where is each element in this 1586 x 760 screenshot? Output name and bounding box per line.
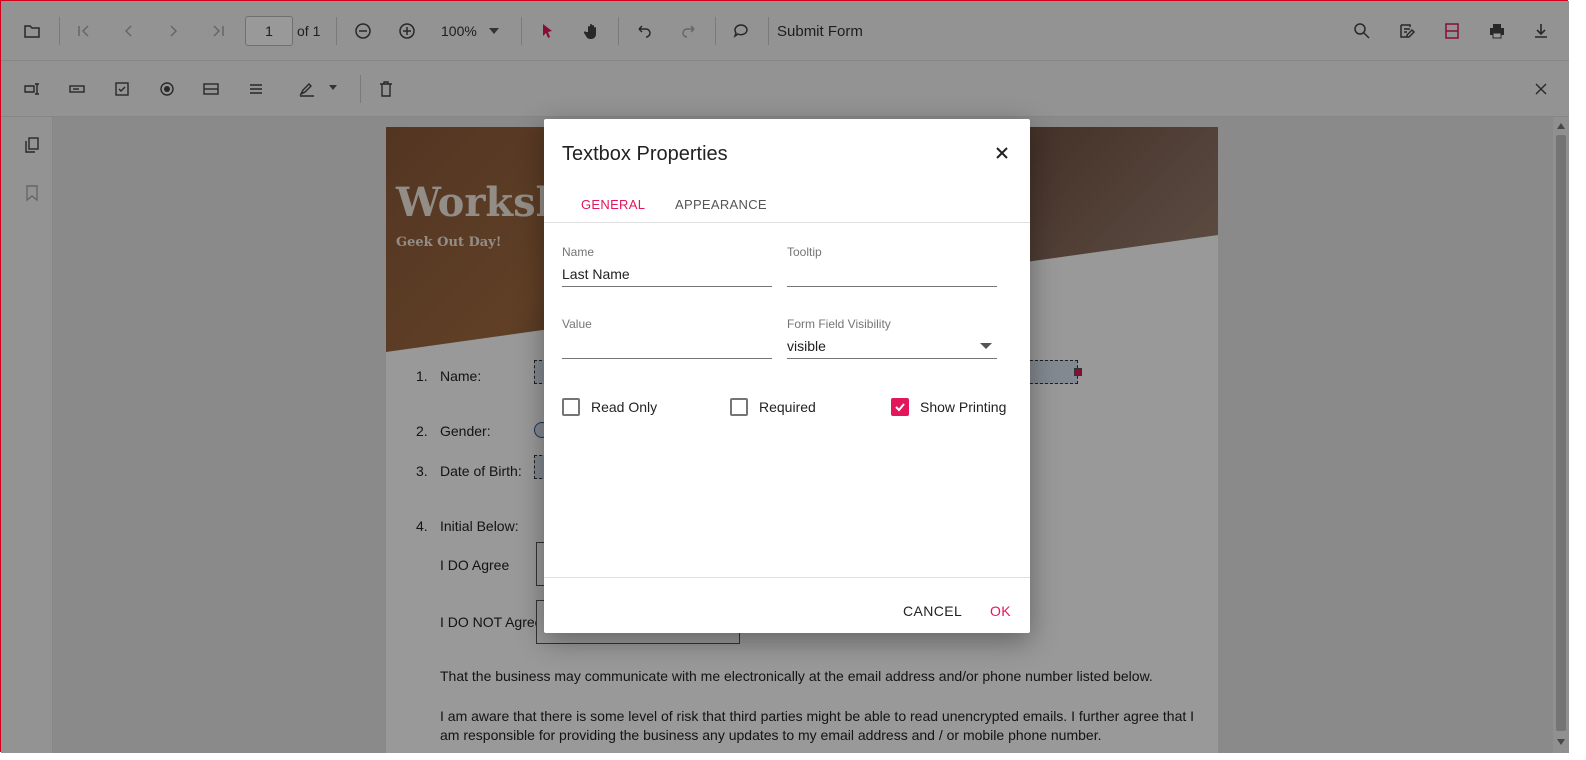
value-input[interactable] <box>562 333 772 359</box>
name-field-label: Name <box>562 245 595 259</box>
cancel-button[interactable]: CANCEL <box>903 603 962 619</box>
tab-general[interactable]: GENERAL <box>581 197 645 212</box>
visibility-dropdown[interactable]: visible <box>787 333 997 359</box>
chevron-down-icon[interactable] <box>980 343 992 349</box>
dialog-tabs: GENERAL APPEARANCE <box>544 181 1030 223</box>
show-printing-label: Show Printing <box>920 399 1007 415</box>
textbox-properties-dialog: Textbox Properties GENERAL APPEARANCE Na… <box>544 119 1030 633</box>
tab-appearance[interactable]: APPEARANCE <box>675 197 767 212</box>
visibility-field-label: Form Field Visibility <box>787 317 891 331</box>
tooltip-input[interactable] <box>787 261 997 287</box>
required-checkbox[interactable] <box>730 398 748 416</box>
read-only-label: Read Only <box>591 399 658 415</box>
read-only-checkbox[interactable] <box>562 398 580 416</box>
dialog-title: Textbox Properties <box>562 143 728 165</box>
required-label: Required <box>759 399 816 415</box>
dialog-footer-divider <box>544 577 1030 578</box>
ok-button[interactable]: OK <box>990 603 1011 619</box>
value-field-label: Value <box>562 317 592 331</box>
show-printing-checkbox[interactable] <box>891 398 909 416</box>
visibility-value: visible <box>787 338 826 354</box>
name-input[interactable]: Last Name <box>562 261 772 287</box>
close-icon[interactable] <box>990 141 1014 165</box>
tooltip-field-label: Tooltip <box>787 245 822 259</box>
